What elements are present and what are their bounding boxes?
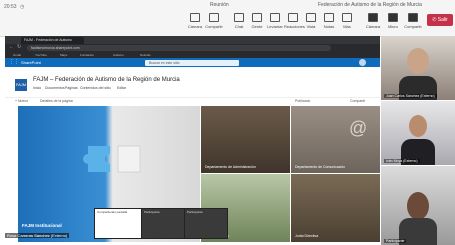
browser-tabstrip: FAJM - Federación de Autismo [5, 36, 380, 44]
chat-button[interactable]: Chat [230, 13, 248, 29]
site-search-input[interactable]: Buscar en este sitio [145, 59, 239, 66]
tile-title: FAJM Institucional [22, 223, 62, 228]
address-bar: ← ↻ fautismomurcia.sharepoint.com [5, 44, 380, 52]
avatar[interactable] [359, 59, 366, 66]
app-name: SharePoint [21, 60, 41, 65]
camera-button[interactable]: Cámara [186, 13, 204, 29]
reload-icon[interactable]: ↻ [17, 44, 21, 50]
share-page-button[interactable]: Compartir [350, 99, 365, 103]
camera-toggle[interactable]: Cámara [364, 13, 382, 29]
participant-thumbnail[interactable]: Participante [141, 208, 185, 239]
at-sign-icon: @ [349, 118, 368, 138]
command-bar: + Nuevo Detalles de la página Publicado … [5, 97, 380, 106]
window-title: Reunión [210, 2, 229, 8]
tile-title: Junta Directiva [295, 234, 319, 238]
site-logo: FAJM [15, 79, 27, 91]
raise-hand-button[interactable]: Levantar [266, 13, 284, 29]
hero-tile-junta[interactable]: Junta Directiva [291, 174, 380, 242]
chat-icon [234, 13, 244, 22]
notes-icon [324, 13, 334, 22]
presenter-name: Rosa Carreras Sánchez (Externo) [5, 233, 70, 238]
participant-face [407, 192, 429, 220]
camera-icon [190, 13, 200, 22]
view-icon [306, 13, 316, 22]
notes-button[interactable]: Notas [320, 13, 338, 29]
teams-toolbar: 20:53 ◷ Reunión Federación de Autismo de… [0, 0, 455, 37]
people-icon [252, 13, 262, 22]
sharepoint-suite-bar: ⋮⋮ SharePoint Buscar en este sitio [5, 58, 380, 67]
site-header: FAJM FAJM – Federación de Autismo de la … [5, 67, 380, 105]
mic-toggle[interactable]: Micro [384, 13, 402, 29]
new-button[interactable]: + Nuevo [15, 99, 28, 103]
reactions-icon [288, 13, 298, 22]
browser-tab[interactable]: FAJM - Federación de Autismo [21, 37, 84, 44]
participant-video[interactable]: Participante [381, 166, 455, 245]
people-button[interactable]: Gente [248, 13, 266, 29]
participant-video[interactable]: Iván Moya (Externo) [381, 101, 455, 165]
page-details-button[interactable]: Detalles de la página [40, 99, 73, 103]
clock-icon: ◷ [20, 4, 25, 10]
meeting-clock: 20:53 [4, 4, 17, 10]
nav-editar[interactable]: Editar [117, 86, 126, 90]
reactions-button[interactable]: Reacciones [284, 13, 305, 29]
more-icon [342, 13, 352, 22]
view-button[interactable]: Vista [302, 13, 320, 29]
hero-tile-comunicacion[interactable]: @ Departamento de Comunicación [291, 106, 380, 173]
mic-icon [388, 13, 398, 22]
url-field[interactable]: fautismomurcia.sharepoint.com [27, 45, 331, 51]
share-button[interactable]: Compartir [205, 13, 223, 29]
leave-button[interactable]: ✆ Salir [427, 14, 453, 26]
participant-face [407, 48, 429, 74]
hand-icon [270, 13, 280, 22]
participant-thumbnail[interactable]: Participante [184, 208, 228, 239]
shared-content-thumbnail[interactable]: Compartiendo pantalla [94, 208, 142, 239]
share-icon [209, 13, 219, 22]
tile-title: Departamento de Administración [205, 165, 256, 169]
published-status: Publicado [295, 99, 311, 103]
participant-video[interactable]: Juan Carlos Sánchez (Externo) [381, 36, 455, 100]
nav-inicio[interactable]: Inicio [33, 86, 41, 90]
nav-paginas[interactable]: Páginas [65, 86, 78, 90]
nav-documentos[interactable]: Documentos [45, 86, 65, 90]
meeting-title: Federación de Autismo de la Región de Mu… [318, 2, 422, 8]
back-icon[interactable]: ← [9, 44, 14, 50]
app-launcher-icon[interactable]: ⋮⋮ [9, 58, 19, 67]
participant-face [409, 115, 427, 137]
tile-title: Departamento de Comunicación [295, 165, 346, 169]
nav-contenidos[interactable]: Contenidos del sitio [80, 86, 111, 90]
camera-icon [368, 13, 378, 22]
share-icon [408, 13, 418, 22]
hero-tile-administracion[interactable]: Departamento de Administración [201, 106, 290, 173]
share-tray-button[interactable]: Compartir [404, 13, 422, 29]
more-button[interactable]: Más [338, 13, 356, 29]
site-title: FAJM – Federación de Autismo de la Regió… [33, 77, 180, 83]
